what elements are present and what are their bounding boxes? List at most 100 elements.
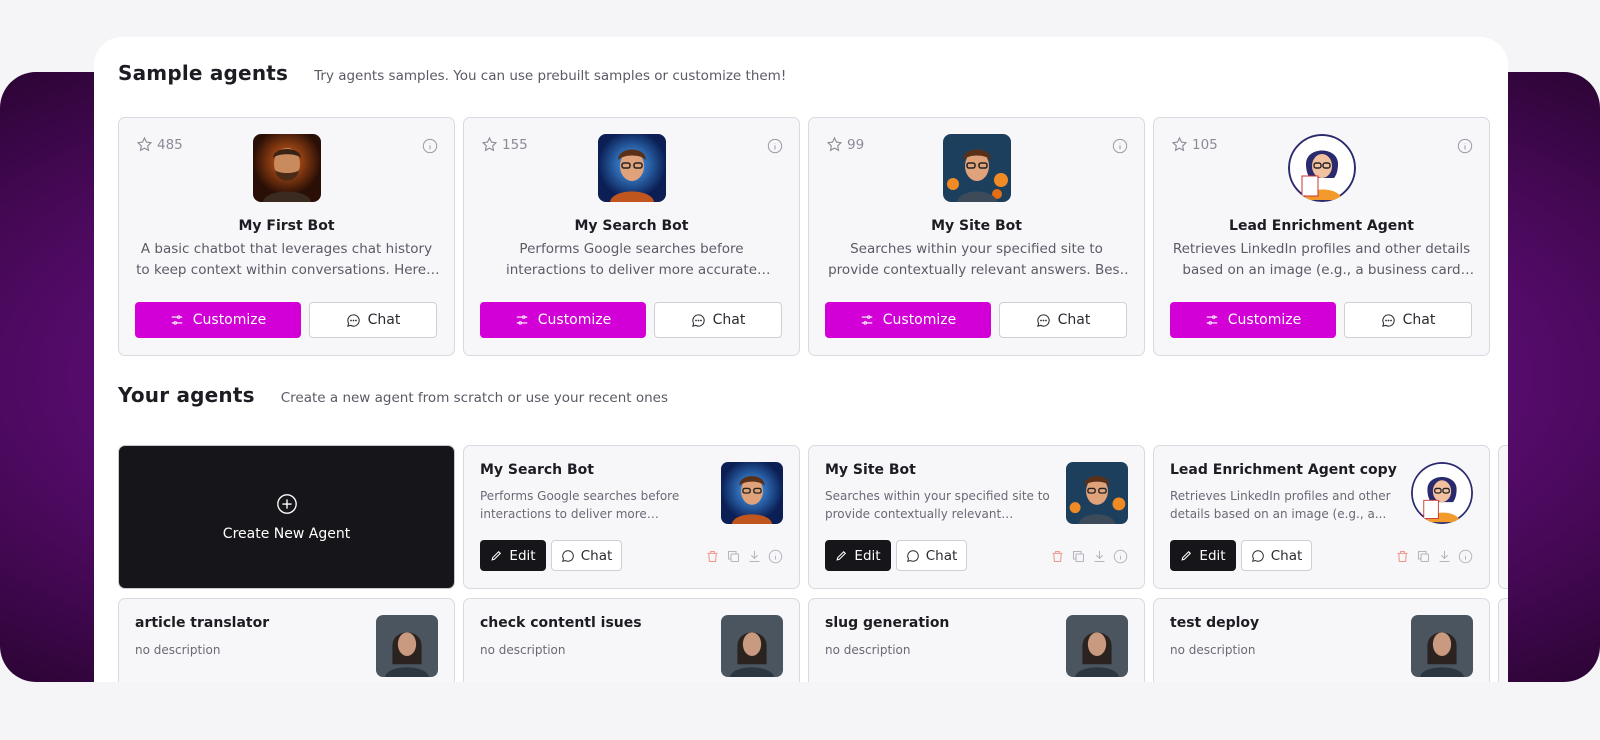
star-count[interactable]: 105 <box>1171 136 1218 153</box>
trash-icon[interactable] <box>705 549 720 564</box>
edit-label: Edit <box>854 547 881 564</box>
agent-name: slug generation <box>825 615 950 631</box>
glasses-man-flowers-avatar <box>943 134 1011 202</box>
star-icon <box>136 136 153 152</box>
info-icon[interactable] <box>1112 138 1128 154</box>
agent-name: My Site Bot <box>931 218 1022 234</box>
agent-card[interactable]: article translator no description <box>118 598 455 682</box>
section-title: Sample agents <box>118 61 289 85</box>
agent-description: A basic chatbot that leverages chat hist… <box>136 241 437 278</box>
edit-button[interactable]: Edit <box>825 540 891 571</box>
customize-label: Customize <box>537 312 612 328</box>
chat-button[interactable]: Chat <box>896 540 967 571</box>
star-count-value: 99 <box>847 136 865 153</box>
info-icon[interactable] <box>1457 138 1473 154</box>
create-new-agent-card[interactable]: Create New Agent <box>118 445 455 589</box>
chat-label: Chat <box>925 547 958 564</box>
star-count-value: 485 <box>157 136 183 153</box>
glasses-man-flowers-avatar <box>1066 462 1128 524</box>
info-icon[interactable] <box>1113 549 1128 564</box>
card-actions <box>1050 549 1128 564</box>
agent-name: Lead Enrichment Agent copy <box>1170 462 1397 478</box>
download-icon[interactable] <box>747 549 762 564</box>
agent-card[interactable]: test deploy no description <box>1153 598 1490 682</box>
section-subtitle: Create a new agent from scratch or use y… <box>280 390 668 406</box>
info-icon[interactable] <box>768 549 783 564</box>
agent-name: My Search Bot <box>574 218 689 234</box>
star-count-value: 155 <box>502 136 528 153</box>
agent-description: no description <box>1170 643 1256 657</box>
download-icon[interactable] <box>1437 549 1452 564</box>
section-subtitle: Try agents samples. You can use prebuilt… <box>314 68 787 84</box>
pencil-icon <box>836 550 847 561</box>
sliders-icon <box>1206 315 1217 325</box>
duplicate-icon[interactable] <box>1071 549 1086 564</box>
chat-button[interactable]: Chat <box>654 302 782 338</box>
info-icon[interactable] <box>422 138 438 154</box>
sample-agent-card[interactable]: 99 My Site Bot Searches within your spec… <box>808 117 1145 356</box>
agent-name: check contentl isues <box>480 615 642 631</box>
star-icon <box>826 136 843 152</box>
agent-card[interactable]: My Search Bot Performs Google searches b… <box>463 445 800 589</box>
agent-description: Searches within your specified site to p… <box>828 241 1125 278</box>
duplicate-icon[interactable] <box>726 549 741 564</box>
edit-label: Edit <box>1199 547 1226 564</box>
trash-icon[interactable] <box>1395 549 1410 564</box>
agent-card[interactable]: Lead Enrichment Agent copy Retrieves Lin… <box>1153 445 1490 589</box>
customize-button[interactable]: Customize <box>825 302 991 338</box>
edit-button[interactable]: Edit <box>1170 540 1236 571</box>
trash-icon[interactable] <box>1050 549 1065 564</box>
star-count[interactable]: 485 <box>136 136 183 153</box>
agent-card[interactable]: slug generation no description <box>808 598 1145 682</box>
edit-button[interactable]: Edit <box>480 540 546 571</box>
chat-button[interactable]: Chat <box>309 302 437 338</box>
customize-label: Customize <box>1227 312 1302 328</box>
sliders-icon <box>171 315 182 325</box>
download-icon[interactable] <box>1092 549 1107 564</box>
pencil-icon <box>1181 550 1192 561</box>
main-panel: Sample agents Try agents samples. You ca… <box>94 37 1508 682</box>
warrior-woman-avatar <box>1066 615 1128 677</box>
section-title: Your agents <box>118 383 255 407</box>
sliders-icon <box>516 315 527 325</box>
card-actions <box>1395 549 1473 564</box>
woman-with-card-avatar <box>1288 134 1356 202</box>
customize-button[interactable]: Customize <box>480 302 646 338</box>
star-icon <box>1171 136 1188 152</box>
chat-label: Chat <box>1402 312 1436 328</box>
info-icon[interactable] <box>767 138 783 154</box>
plus-circle-icon <box>276 493 297 514</box>
customize-label: Customize <box>882 312 957 328</box>
star-count[interactable]: 99 <box>826 136 864 153</box>
info-icon[interactable] <box>1458 549 1473 564</box>
agent-name: test deploy <box>1170 615 1260 631</box>
chat-bubble-icon <box>1251 549 1264 562</box>
agent-description: Performs Google searches before interact… <box>505 241 758 278</box>
chat-bubble-icon <box>561 549 574 562</box>
agent-card-partial[interactable] <box>1498 598 1508 682</box>
woman-with-card-avatar <box>1411 462 1473 524</box>
star-count[interactable]: 155 <box>481 136 528 153</box>
glasses-man-blue-avatar <box>598 134 666 202</box>
duplicate-icon[interactable] <box>1416 549 1431 564</box>
agent-card[interactable]: My Site Bot Searches within your specifi… <box>808 445 1145 589</box>
agent-card[interactable]: check contentl isues no description <box>463 598 800 682</box>
sample-agent-card[interactable]: 485 My First Bot A basic chatbot that le… <box>118 117 455 356</box>
agent-description: Searches within your specified site to p… <box>825 489 1050 521</box>
sample-agent-card[interactable]: 155 My Search Bot Performs Google search… <box>463 117 800 356</box>
your-agents-header: Your agents Create a new agent from scra… <box>118 383 668 407</box>
customize-button[interactable]: Customize <box>135 302 301 338</box>
chat-button[interactable]: Chat <box>1241 540 1312 571</box>
agent-description: no description <box>135 643 221 657</box>
chat-button[interactable]: Chat <box>551 540 622 571</box>
chat-label: Chat <box>1057 312 1091 328</box>
customize-label: Customize <box>192 312 267 328</box>
agent-name: article translator <box>135 615 270 631</box>
chat-button[interactable]: Chat <box>999 302 1127 338</box>
chat-button[interactable]: Chat <box>1344 302 1472 338</box>
star-icon <box>481 136 498 152</box>
chat-label: Chat <box>367 312 401 328</box>
customize-button[interactable]: Customize <box>1170 302 1336 338</box>
agent-card-partial[interactable] <box>1498 445 1508 589</box>
sample-agent-card[interactable]: 105 Lead Enrichment Agent Retrieves Link… <box>1153 117 1490 356</box>
